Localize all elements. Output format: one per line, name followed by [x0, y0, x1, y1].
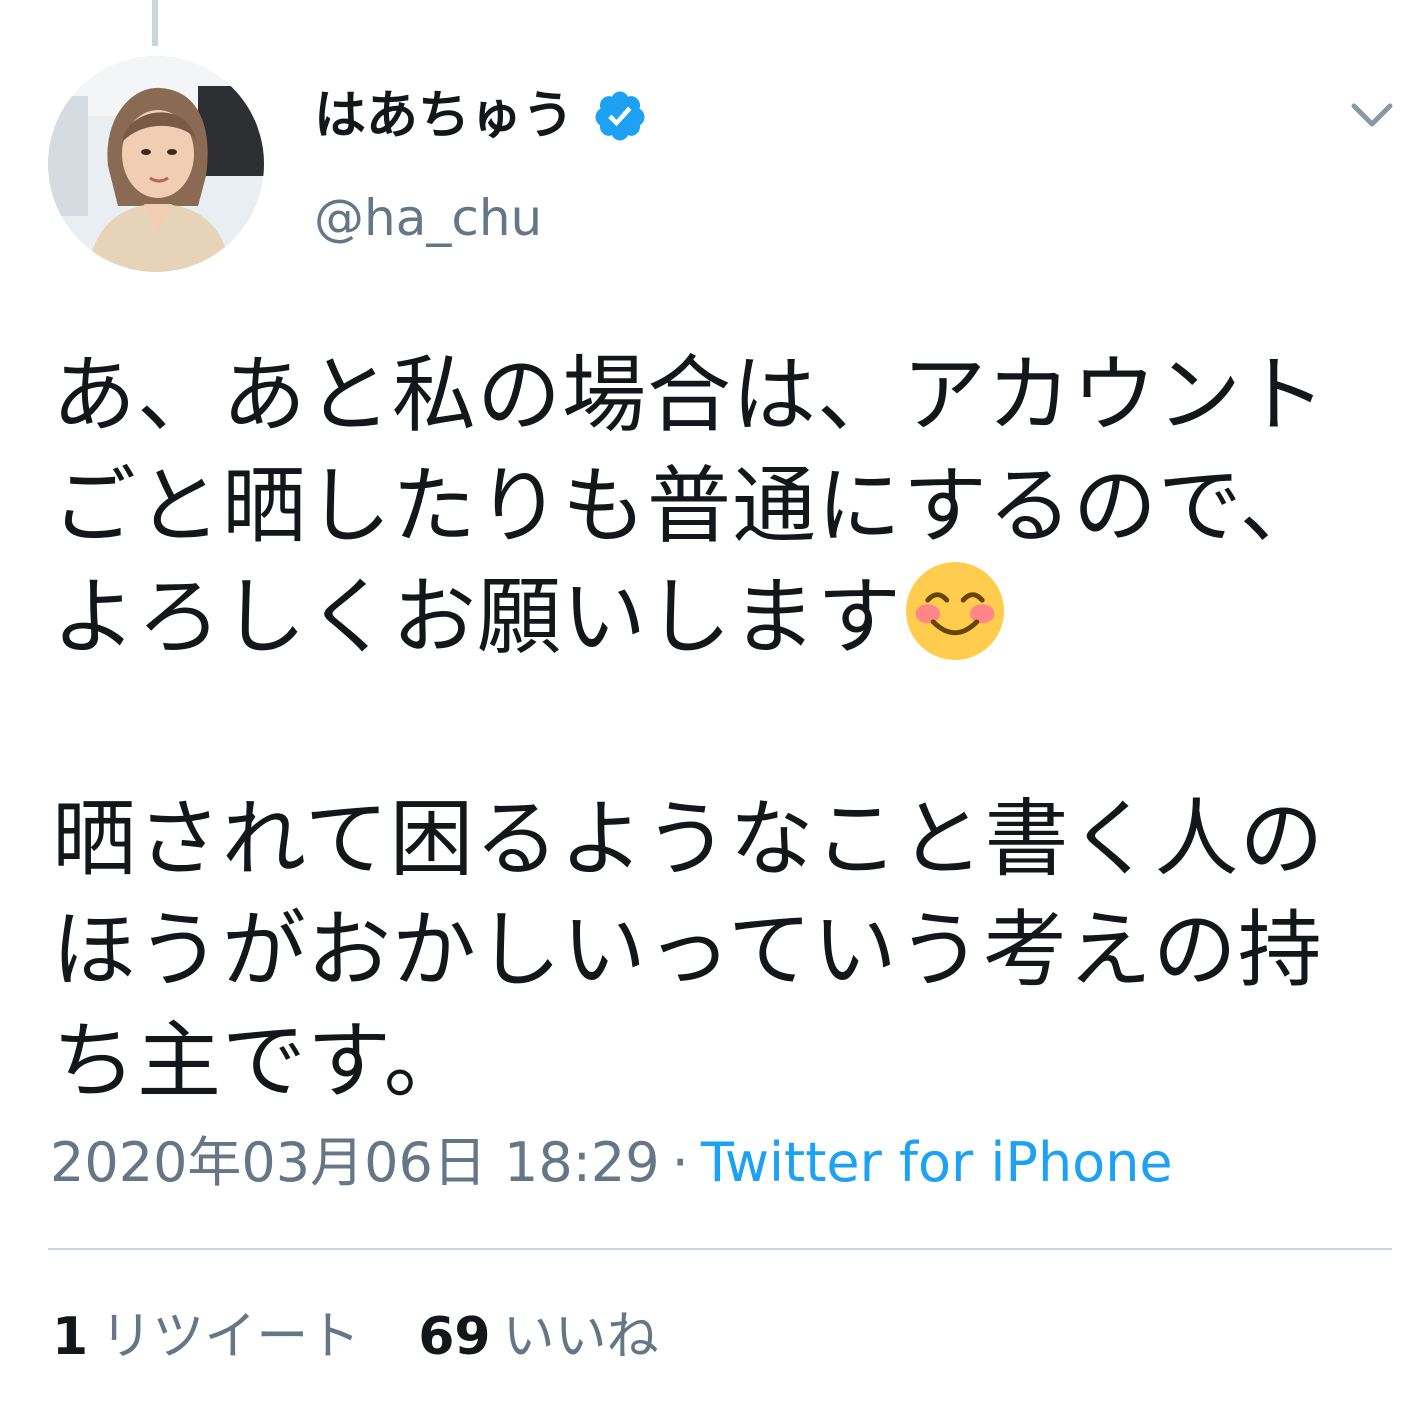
- chevron-down-icon[interactable]: [1348, 96, 1396, 136]
- author-name-row[interactable]: はあちゅう: [314, 84, 648, 148]
- avatar[interactable]: [48, 56, 264, 272]
- engagement-stats: 1 リツイート 69 いいね: [52, 1302, 659, 1372]
- thread-connector-line: [152, 0, 158, 46]
- smiling-face-with-smiling-eyes-icon: [906, 562, 1005, 660]
- retweet-stat[interactable]: 1 リツイート: [52, 1307, 360, 1367]
- author-handle[interactable]: @ha_chu: [314, 186, 542, 250]
- like-count: 69: [418, 1307, 491, 1367]
- source-link[interactable]: Twitter for iPhone: [701, 1131, 1173, 1194]
- tweet-text: あ、あと私の場合は、アカウントごと晒したりも普通にするので、よろしくお願いします…: [52, 340, 1392, 1117]
- like-label: いいね: [502, 1307, 659, 1367]
- tweet-text-part2: 晒されて困るようなこと書く人のほうがおかしいっていう考えの持ち主です。: [52, 790, 1325, 1110]
- retweet-label: リツイート: [100, 1307, 361, 1367]
- like-stat[interactable]: 69 いいね: [418, 1307, 658, 1367]
- divider: [48, 1248, 1392, 1250]
- tweet-text-part1: あ、あと私の場合は、アカウントごと晒したりも普通にするので、よろしくお願いします: [52, 346, 1328, 666]
- profile-photo: [48, 56, 264, 272]
- verified-badge-icon: [592, 88, 648, 144]
- retweet-count: 1: [52, 1307, 89, 1367]
- tweet-meta: 2020年03月06日 18:29 · Twitter for iPhone: [50, 1128, 1173, 1198]
- timestamp[interactable]: 2020年03月06日 18:29: [50, 1131, 660, 1194]
- display-name[interactable]: はあちゅう: [314, 84, 574, 148]
- meta-separator: ·: [671, 1131, 689, 1194]
